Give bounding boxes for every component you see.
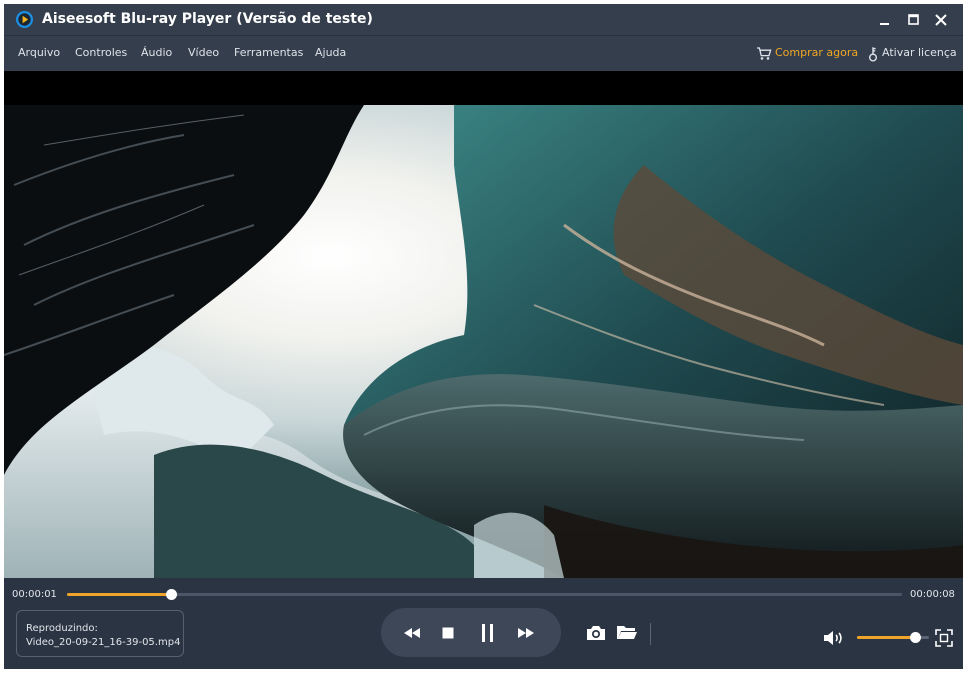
play-logo-icon xyxy=(16,11,33,28)
pause-icon[interactable] xyxy=(477,622,499,644)
now-playing-panel: Reproduzindo: Video_20-09-21_16-39-05.mp… xyxy=(16,610,184,657)
window-title: Aiseesoft Blu-ray Player (Versão de test… xyxy=(42,11,373,27)
menu-controles[interactable]: Controles xyxy=(75,46,127,60)
maximize-icon[interactable] xyxy=(906,12,922,28)
total-time: 00:00:08 xyxy=(910,589,955,600)
transport-controls xyxy=(381,608,561,657)
now-playing-label: Reproduzindo: xyxy=(26,623,98,634)
menu-bar: Arquivo Controles Áudio Vídeo Ferramenta… xyxy=(4,35,963,71)
fullscreen-icon[interactable] xyxy=(935,629,953,647)
seek-handle[interactable] xyxy=(166,589,178,600)
volume-handle[interactable] xyxy=(909,632,921,643)
speaker-icon[interactable] xyxy=(822,628,846,648)
buy-now-label: Comprar agora xyxy=(775,46,859,59)
camera-icon[interactable] xyxy=(585,624,607,642)
close-icon[interactable] xyxy=(933,12,949,28)
video-display[interactable] xyxy=(4,71,963,578)
current-time: 00:00:01 xyxy=(12,589,57,600)
key-icon xyxy=(869,47,877,62)
folder-icon[interactable] xyxy=(616,623,638,641)
title-bar[interactable]: Aiseesoft Blu-ray Player (Versão de test… xyxy=(4,4,963,35)
minimize-icon[interactable] xyxy=(877,12,893,28)
rewind-icon[interactable] xyxy=(401,622,423,644)
menu-ferramentas[interactable]: Ferramentas xyxy=(234,46,303,60)
player-window: Aiseesoft Blu-ray Player (Versão de test… xyxy=(4,4,963,669)
menu-ajuda[interactable]: Ajuda xyxy=(315,46,346,60)
now-playing-file: Video_20-09-21_16-39-05.mp4 xyxy=(26,637,181,648)
seek-bar[interactable] xyxy=(67,589,902,600)
fast-forward-icon[interactable] xyxy=(515,622,537,644)
toolbar-divider xyxy=(650,623,651,645)
seek-progress xyxy=(67,593,172,596)
menu-audio[interactable]: Áudio xyxy=(141,46,172,60)
menu-arquivo[interactable]: Arquivo xyxy=(18,46,60,60)
video-frame xyxy=(4,105,963,578)
volume-level xyxy=(857,636,915,639)
cart-icon xyxy=(757,47,772,60)
control-bar: 00:00:01 00:00:08 Reproduzindo: Video_20… xyxy=(4,578,963,669)
menu-video[interactable]: Vídeo xyxy=(188,46,219,60)
activate-license-label: Ativar licença xyxy=(882,46,957,59)
volume-slider[interactable] xyxy=(857,632,929,643)
stop-icon[interactable] xyxy=(437,622,459,644)
